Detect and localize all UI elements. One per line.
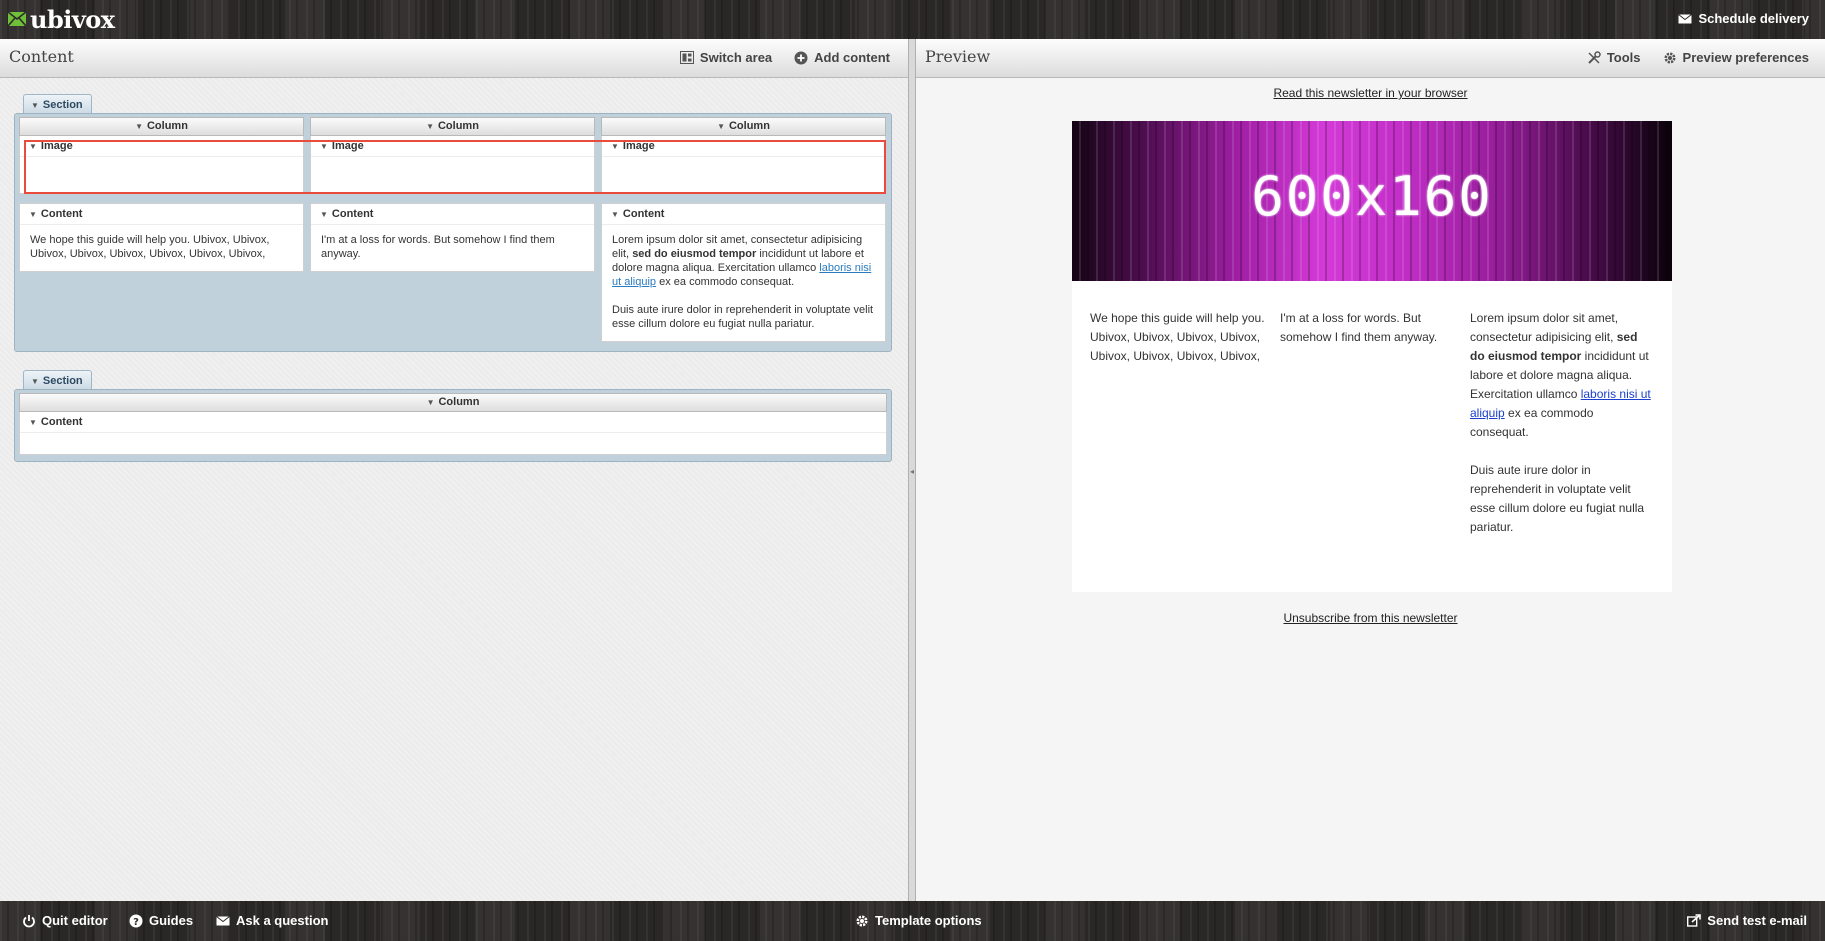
content-block-3[interactable]: ▼ Content Lorem ipsum dolor sit amet, con… [601,203,886,342]
envelope-icon [1678,13,1693,23]
preview-panel-header: Preview Tools Preview preferences [916,39,1825,78]
newsletter-column-2: I'm at a loss for words. But somehow I f… [1280,311,1438,344]
newsletter-preview: 600x160 We hope this guide will help you… [1072,121,1672,592]
banner-placeholder-text: 600x160 [1251,165,1493,228]
content-block-3-header[interactable]: ▼ Content [602,204,885,225]
newsletter-column-3: Lorem ipsum dolor sit amet, consectetur … [1470,311,1651,534]
content-block-wide-body[interactable] [20,433,886,454]
image-block-1-header[interactable]: ▼ Image [20,136,303,157]
column-1: ▼ Column ▼ Image ▼ Content We hope this gui… [19,117,304,272]
tools-icon [1588,50,1601,64]
content-block-wide[interactable]: ▼ Content [19,412,887,455]
section-2-tab[interactable]: ▼ Section [23,370,92,391]
bottom-bar: Quit editor ? Guides Ask a question Temp… [0,901,1825,941]
section-1-tab[interactable]: ▼ Section [23,94,92,115]
power-icon [23,914,35,927]
switch-area-icon [679,51,694,64]
read-in-browser-link[interactable]: Read this newsletter in your browser [916,86,1825,100]
column-3: ▼ Column ▼ Image ▼ Content Lorem ipsum dolo… [601,117,886,342]
svg-text:?: ? [133,917,139,928]
content-block-1[interactable]: ▼ Content We hope this guide will help yo… [19,203,304,272]
panel-divider[interactable]: ◂ [908,39,916,901]
envelope-icon [216,915,230,925]
app-logo[interactable]: ubivox [8,4,115,34]
image-block-2-header[interactable]: ▼ Image [311,136,594,157]
top-bar: ubivox Schedule delivery [0,0,1825,39]
column-1-header[interactable]: ▼ Column [19,117,304,136]
app-name: ubivox [30,4,115,34]
section-1: ▼ Section ▼ Column ▼ Image ▼ Content We hope… [14,94,892,352]
content-block-3-text[interactable]: Lorem ipsum dolor sit amet, consectetur … [602,225,885,341]
image-block-2-body[interactable] [311,157,594,193]
content-panel-header: Content Switch area Add content [0,39,908,78]
switch-area-button[interactable]: Switch area [679,50,772,65]
ubivox-logo-icon [8,12,26,26]
column-2: ▼ Column ▼ Image ▼ Content I'm at a loss fo… [310,117,595,272]
column-3-header[interactable]: ▼ Column [601,117,886,136]
content-block-2-header[interactable]: ▼ Content [311,204,594,225]
ask-question-button[interactable]: Ask a question [216,913,328,928]
divider-grip-icon: ◂ [910,467,915,476]
image-block-2[interactable]: ▼ Image [310,136,595,194]
tools-button[interactable]: Tools [1587,50,1641,65]
preview-preferences-button[interactable]: Preview preferences [1663,50,1809,65]
preview-panel-title: Preview [925,47,991,66]
newsletter-column-1: We hope this guide will help you. Ubivox… [1090,311,1265,363]
image-block-1-body[interactable] [20,157,303,193]
content-block-1-header[interactable]: ▼ Content [20,204,303,225]
guides-button[interactable]: ? Guides [129,913,193,928]
content-panel-title: Content [9,47,74,66]
image-block-3[interactable]: ▼ Image [601,136,886,194]
section-2: ▼ Section ▼ Column ▼ Content [14,370,892,462]
column-wide: ▼ Column ▼ Content [19,393,887,455]
gear-icon [856,915,868,926]
image-block-3-body[interactable] [602,157,885,193]
plus-circle-icon [794,51,808,64]
send-test-email-button[interactable]: Send test e-mail [1687,913,1807,928]
gear-icon [1664,52,1676,63]
schedule-delivery-button[interactable]: Schedule delivery [1678,11,1809,26]
quit-editor-button[interactable]: Quit editor [22,913,108,928]
send-icon [1687,914,1702,927]
banner-image: 600x160 [1072,121,1672,281]
content-block-1-text[interactable]: We hope this guide will help you. Ubivox… [20,225,303,271]
image-block-1[interactable]: ▼ Image [19,136,304,194]
column-wide-header[interactable]: ▼ Column [19,393,887,412]
unsubscribe-link[interactable]: Unsubscribe from this newsletter [916,611,1825,625]
content-block-2-text[interactable]: I'm at a loss for words. But somehow I f… [311,225,594,271]
content-block-2[interactable]: ▼ Content I'm at a loss for words. But so… [310,203,595,272]
question-icon: ? [129,914,143,928]
template-options-button[interactable]: Template options [855,913,982,928]
add-content-button[interactable]: Add content [794,50,890,65]
column-2-header[interactable]: ▼ Column [310,117,595,136]
section-1-box: ▼ Column ▼ Image ▼ Content We hope this gui… [14,113,892,352]
image-block-3-header[interactable]: ▼ Image [602,136,885,157]
section-2-box: ▼ Column ▼ Content [14,389,892,462]
content-block-wide-header[interactable]: ▼ Content [20,412,886,433]
